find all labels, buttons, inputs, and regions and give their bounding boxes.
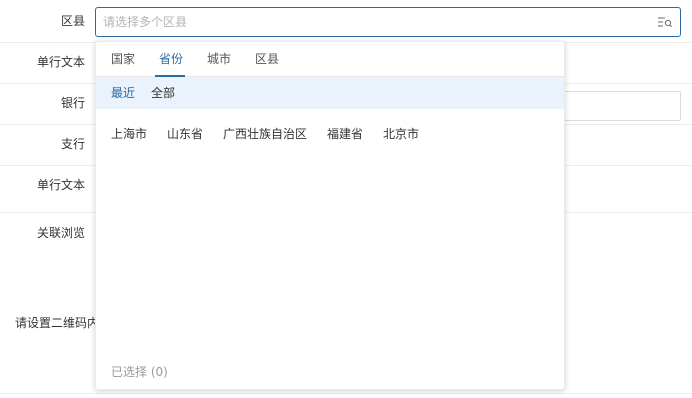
district-select-placeholder: 请选择多个区县	[103, 15, 188, 29]
district-label: 区县	[60, 14, 85, 28]
tab-province[interactable]: 省份	[159, 52, 183, 66]
district-multi-select[interactable]: 请选择多个区县	[95, 7, 681, 37]
province-option-list: 上海市 山东省 广西壮族自治区 福建省 北京市	[96, 127, 564, 143]
single-text-label-2: 单行文本	[36, 178, 85, 192]
list-search-icon[interactable]	[658, 16, 672, 28]
option-guangxi[interactable]: 广西壮族自治区	[223, 127, 307, 141]
single-text-label-1: 单行文本	[36, 55, 85, 69]
bank-label: 银行	[60, 96, 85, 110]
tab-country[interactable]: 国家	[111, 52, 135, 66]
tab-district[interactable]: 区县	[255, 52, 279, 66]
subtab-recent[interactable]: 最近	[111, 86, 135, 100]
option-beijing[interactable]: 北京市	[383, 127, 419, 141]
region-level-tabs: 国家 省份 城市 区县	[96, 42, 564, 77]
form-row-district: 区县 请选择多个区县	[0, 0, 692, 43]
option-shandong[interactable]: 山东省	[167, 127, 203, 141]
subtab-all[interactable]: 全部	[151, 86, 175, 100]
province-subtabs: 最近 全部	[96, 77, 564, 109]
qrcode-content-label: 请设置二维码内容	[15, 316, 97, 330]
selected-count: 已选择 (0)	[111, 365, 168, 379]
form-page: 区县 请选择多个区县 单行文本 银行 支行 单行文本 关联浏览 请设置二维码内容	[0, 0, 692, 398]
option-fujian[interactable]: 福建省	[327, 127, 363, 141]
tab-city[interactable]: 城市	[207, 52, 231, 66]
option-shanghai[interactable]: 上海市	[111, 127, 147, 141]
related-browse-label: 关联浏览	[36, 226, 85, 240]
branch-label: 支行	[60, 137, 85, 151]
region-picker-dropdown: 国家 省份 城市 区县 最近 全部 上海市 山东省 广西壮族自治区 福建省 北京…	[95, 41, 565, 390]
